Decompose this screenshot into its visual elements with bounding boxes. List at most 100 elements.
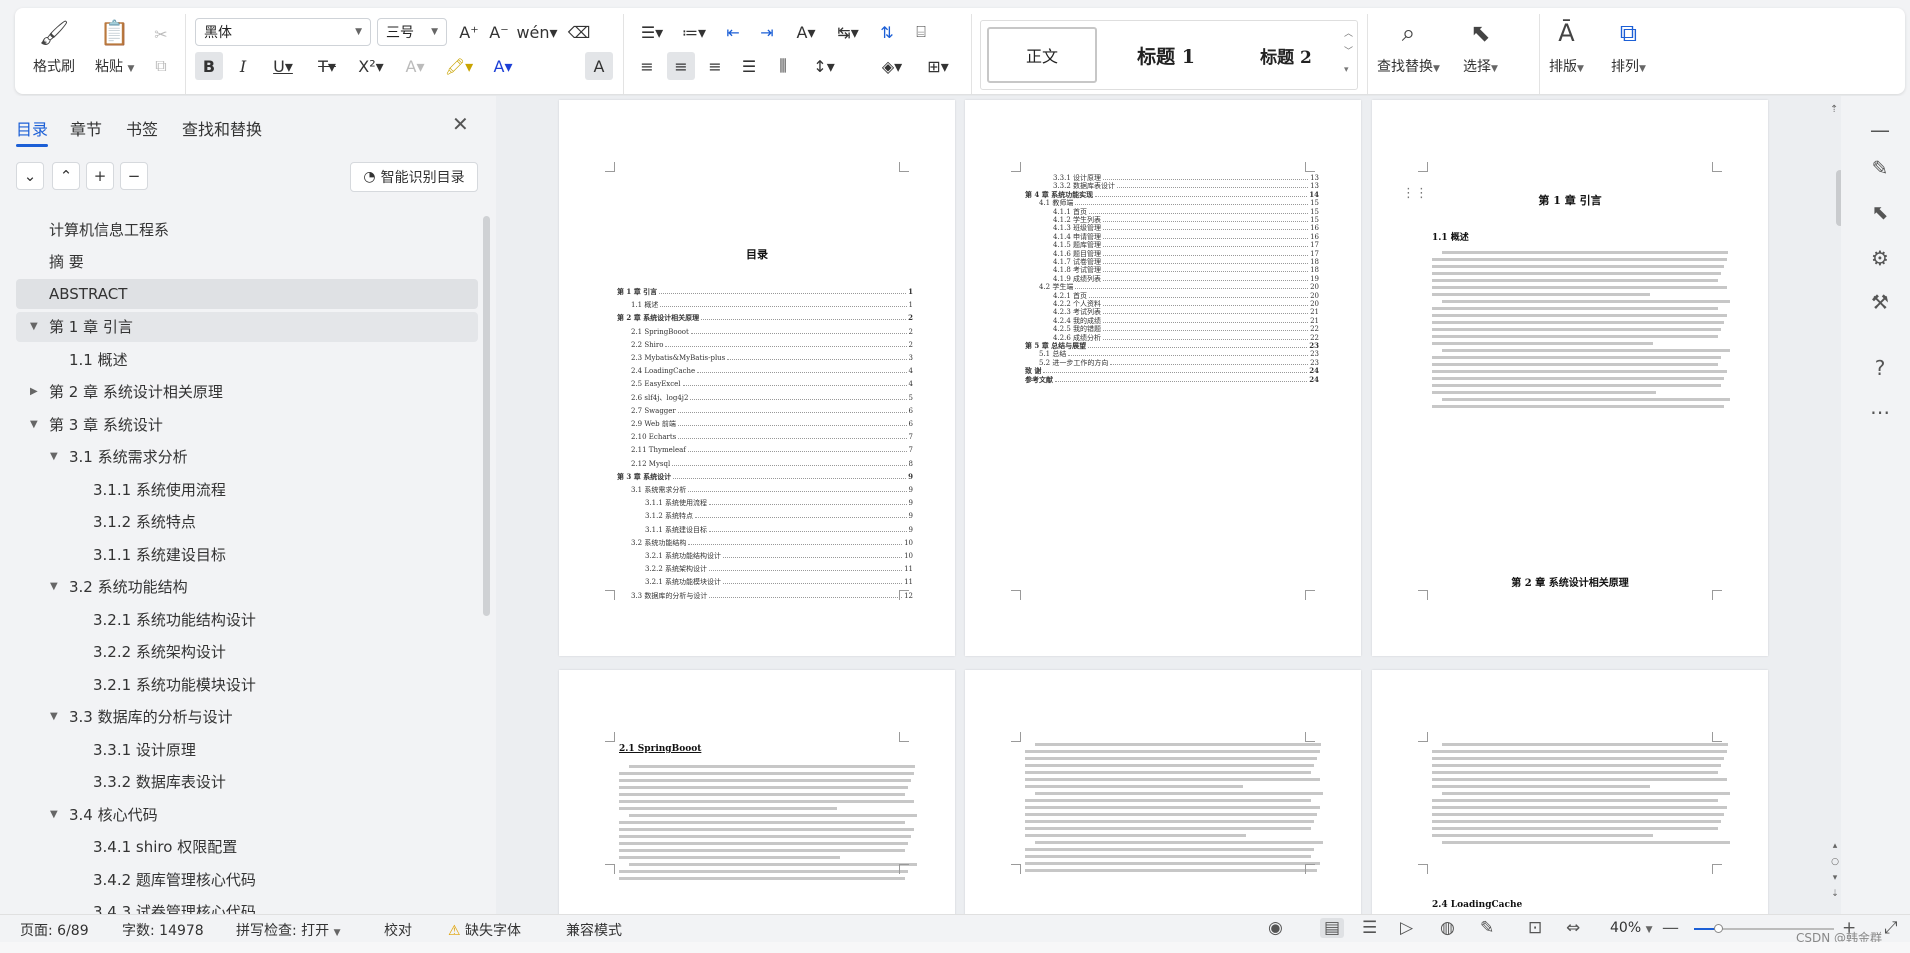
cut-button[interactable]: ✂ [147, 20, 175, 48]
web-view-icon[interactable]: ◍ [1440, 918, 1455, 938]
font-color-button[interactable]: A▾ [483, 52, 523, 80]
zoom-slider-thumb[interactable] [1714, 924, 1723, 933]
outline-view-icon[interactable]: ☰ [1362, 918, 1377, 938]
document-page[interactable]: 2.4 LoadingCache [1372, 670, 1768, 914]
add-toc-item-button[interactable]: + [86, 162, 114, 190]
tab-bookmarks[interactable]: 书签 [126, 116, 158, 140]
toc-entry[interactable]: 第 4 章 系统功能实现 14 [1025, 190, 1319, 199]
page-view-icon[interactable]: ▤ [1320, 918, 1345, 938]
tab-chapters[interactable]: 章节 [70, 116, 102, 140]
toc-entry[interactable]: 4.1.3 班级管理 16 [1053, 224, 1319, 232]
toc-entry[interactable]: 2.1 SpringBooot 2 [631, 328, 913, 336]
toc-entry[interactable]: 第 5 章 总结与展望 23 [1025, 342, 1319, 350]
toc-entry[interactable]: 第 2 章 系统设计相关原理 2 [617, 314, 913, 322]
zoom-out-icon[interactable]: — [1662, 918, 1679, 938]
toc-entry[interactable]: 1.1 概述 1 [631, 301, 913, 309]
toc-item[interactable]: ▼ 第 3 章 系统设计 [16, 409, 478, 439]
toc-expand-toggle[interactable]: ▼ [50, 711, 58, 722]
toc-item[interactable]: 3.2.1 系统功能结构设计 [16, 604, 478, 634]
toc-entry[interactable]: 4.1.9 成绩列表 19 [1053, 275, 1319, 283]
text-direction-button[interactable]: A▾ [787, 18, 825, 46]
write-view-icon[interactable]: ✎ [1480, 918, 1494, 938]
expand-up-button[interactable]: ⌃ [52, 162, 80, 190]
toc-entry[interactable]: 第 3 章 系统设计 9 [617, 472, 913, 481]
borders-button[interactable]: ⊞▾ [919, 52, 957, 80]
toc-entry[interactable]: 4.1.5 题库管理 17 [1053, 241, 1319, 249]
toc-entry[interactable]: 4.1.8 考试管理 18 [1053, 266, 1319, 274]
toc-item[interactable]: 3.1.1 系统使用流程 [16, 474, 478, 504]
copy-button[interactable]: ⧉ [147, 52, 175, 80]
phonetic-button[interactable]: wén▾ [516, 18, 557, 46]
more-icon[interactable]: ⋯ [1868, 400, 1892, 424]
toc-entry[interactable]: 5.2 进一步工作的方向 23 [1039, 359, 1319, 367]
toc-entry[interactable]: 3.1.1 系统建设目标 9 [645, 526, 913, 534]
toc-expand-toggle[interactable]: ▼ [50, 809, 58, 820]
document-page[interactable]: 2.1 SpringBooot [559, 670, 955, 914]
text-effect-button[interactable]: A▾ [395, 52, 435, 80]
toc-entry[interactable]: 2.11 Thymeleaf 7 [631, 446, 913, 454]
document-page[interactable]: 目录 第 1 章 引言 1 1.1 概述 1 第 2 章 系统设计相关原理 2 2.1 Sp… [559, 100, 955, 656]
toc-entry[interactable]: 4.1.1 首页 15 [1053, 208, 1319, 216]
bullet-list-button[interactable]: ☰▾ [633, 18, 671, 46]
decrease-indent-button[interactable]: ⇤ [719, 18, 747, 46]
toc-item[interactable]: ▼ 3.4 核心代码 [16, 799, 478, 829]
toc-entry[interactable]: 4.1.2 学生列表 15 [1053, 216, 1319, 224]
toc-entry[interactable]: 4.1 教师端 15 [1039, 199, 1319, 207]
toc-entry[interactable]: 3.3 数据库的分析与设计 12 [631, 592, 913, 600]
align-left-button[interactable]: ≡ [633, 52, 661, 80]
toc-entry[interactable]: 致 谢 24 [1025, 367, 1319, 375]
toc-entry[interactable]: 第 1 章 引言 1 [617, 288, 913, 296]
toc-item[interactable]: ▶ 第 2 章 系统设计相关原理 [16, 377, 478, 407]
styles-scroll[interactable]: ︿ ﹀ ▾ [1344, 25, 1353, 79]
align-right-button[interactable]: ≡ [701, 52, 729, 80]
toc-entry[interactable]: 参考文献 24 [1025, 375, 1319, 384]
toc-entry[interactable]: 4.1.4 申请管理 16 [1053, 233, 1319, 241]
eye-icon[interactable]: ◉ [1268, 918, 1283, 938]
remove-toc-item-button[interactable]: − [120, 162, 148, 190]
toc-entry[interactable]: 2.9 Web 前端 6 [631, 420, 913, 428]
help-icon[interactable]: ? [1868, 356, 1892, 380]
page-count[interactable]: 页面: 6/89 [20, 920, 89, 940]
justify-button[interactable]: ☰ [735, 52, 763, 80]
toc-entry[interactable]: 4.2.6 成绩分析 22 [1053, 334, 1319, 342]
toc-entry[interactable]: 2.5 EasyExcel 4 [631, 380, 913, 388]
char-shading-button[interactable]: A [585, 52, 613, 80]
zoom-level[interactable]: 40% ▼ [1610, 920, 1653, 936]
toc-item[interactable]: 摘 要 [16, 247, 478, 277]
fit-width-icon[interactable]: ⇔ [1566, 918, 1580, 938]
superscript-button[interactable]: X²▾ [351, 52, 391, 80]
pen-icon[interactable]: ✎ [1868, 156, 1892, 180]
font-size-combo[interactable]: 三号 ▼ [377, 18, 447, 46]
toc-expand-toggle[interactable]: ▼ [30, 321, 38, 332]
arrange-button[interactable]: ⧉ 排列▼ [1611, 16, 1646, 76]
toc-entry[interactable]: 4.2.2 个人资料 20 [1053, 300, 1319, 308]
toc-entry[interactable]: 2.10 Echarts 7 [631, 433, 913, 441]
close-panel-icon[interactable]: ✕ [452, 112, 469, 136]
proofread-button[interactable]: 校对 [384, 920, 412, 940]
play-icon[interactable]: ▷ [1400, 918, 1413, 938]
style-heading2[interactable]: 标题 2 [1231, 27, 1341, 83]
decrease-font-button[interactable]: A⁻ [485, 18, 513, 46]
line-break-button[interactable]: ↹▾ [829, 18, 867, 46]
document-page[interactable]: ⋮⋮ 第 1 章 引言 1.1 概述 第 2 章 系统设计相关原理 [1372, 100, 1768, 656]
toc-entry[interactable]: 2.2 Shiro 2 [631, 341, 913, 349]
toc-entry[interactable]: 3.2 系统功能结构 10 [631, 539, 913, 547]
toc-entry[interactable]: 3.1.2 系统特点 9 [645, 512, 913, 520]
toc-entry[interactable]: 4.2.5 我的错题 22 [1053, 325, 1319, 333]
toc-item[interactable]: 3.4.1 shiro 权限配置 [16, 832, 478, 862]
document-canvas[interactable]: 目录 第 1 章 引言 1 1.1 概述 1 第 2 章 系统设计相关原理 2 2.1 Sp… [496, 96, 1841, 914]
toc-entry[interactable]: 3.3.1 设计原理 13 [1053, 174, 1319, 182]
toc-entry[interactable]: 4.2.4 我的成绩 21 [1053, 317, 1319, 325]
increase-font-button[interactable]: A⁺ [455, 18, 483, 46]
increase-indent-button[interactable]: ⇥ [753, 18, 781, 46]
distributed-button[interactable]: ⫼ [769, 52, 797, 80]
document-page[interactable] [965, 670, 1361, 914]
missing-font-button[interactable]: ⚠ 缺失字体 [448, 920, 521, 940]
toc-entry[interactable]: 4.1.6 题目管理 17 [1053, 250, 1319, 258]
layout-button[interactable]: Ā 排版▼ [1549, 16, 1584, 76]
toc-entry[interactable]: 2.12 Mysql 8 [631, 460, 913, 468]
bold-button[interactable]: B [195, 52, 223, 80]
sort-button[interactable]: ⇅ [873, 18, 901, 46]
format-painter-button[interactable]: 🖌 格式刷 [33, 16, 75, 76]
toc-entry[interactable]: 3.2.1 系统功能结构设计 10 [645, 552, 913, 560]
